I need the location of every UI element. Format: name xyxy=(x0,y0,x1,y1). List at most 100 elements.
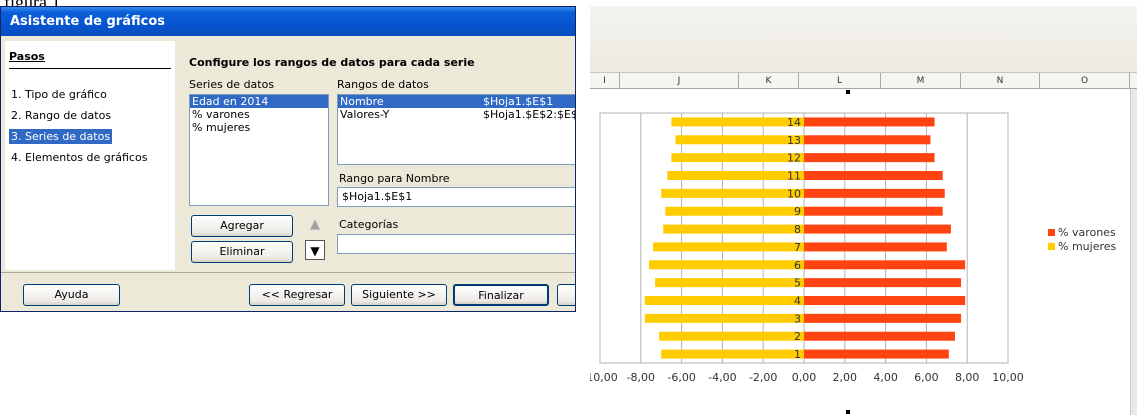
range-row-name[interactable]: Nombre $Hoja1.$E$1 xyxy=(338,95,575,108)
finish-button-label: Finalizar xyxy=(478,289,524,302)
legend-swatch xyxy=(1048,243,1055,250)
next-button[interactable]: Siguiente >> xyxy=(351,284,447,306)
steps-divider xyxy=(9,68,171,69)
bar-mujeres-9[interactable] xyxy=(665,206,804,216)
chart-legend: % varones% mujeres xyxy=(1048,226,1117,253)
series-label: Series de datos xyxy=(189,78,275,91)
spreadsheet-area: I J K L M N O 1234567891011121314 -10,00… xyxy=(590,6,1137,415)
category-label: 8 xyxy=(794,223,801,236)
bar-mujeres-3[interactable] xyxy=(644,313,804,323)
category-label: 12 xyxy=(787,152,801,165)
category-label: 1 xyxy=(794,348,801,361)
chart-grid xyxy=(599,112,1009,364)
bar-varones-10[interactable] xyxy=(804,188,945,198)
x-tick-label: -6,00 xyxy=(667,371,695,384)
bar-varones-11[interactable] xyxy=(804,171,943,180)
x-tick-label: 0,00 xyxy=(792,371,817,384)
legend-label: % mujeres xyxy=(1058,240,1117,253)
population-pyramid-chart[interactable]: 1234567891011121314 -10,00-8,00-6,00-4,0… xyxy=(590,6,1137,415)
add-series-button[interactable]: Agregar xyxy=(191,215,293,237)
bar-varones-1[interactable] xyxy=(804,349,949,359)
bar-mujeres-6[interactable] xyxy=(648,260,804,270)
x-tick-label: 4,00 xyxy=(873,371,898,384)
bar-varones-9[interactable] xyxy=(804,206,943,216)
bar-varones-2[interactable] xyxy=(804,331,955,341)
bar-mujeres-1[interactable] xyxy=(661,349,804,359)
range-for-name-label: Rango para Nombre xyxy=(339,172,450,185)
back-button[interactable]: << Regresar xyxy=(249,284,345,306)
step-data-series[interactable]: 3. Series de datos xyxy=(9,129,113,144)
finish-button[interactable]: Finalizar xyxy=(453,284,549,306)
bar-mujeres-5[interactable] xyxy=(655,278,804,288)
dialog-title: Asistente de gráficos xyxy=(10,14,165,29)
category-label: 13 xyxy=(787,134,801,147)
bar-varones-4[interactable] xyxy=(804,296,966,305)
help-button[interactable]: Ayuda xyxy=(23,284,120,306)
bar-mujeres-4[interactable] xyxy=(644,296,804,305)
cancel-button-partial[interactable] xyxy=(557,284,575,306)
x-tick-label: -10,00 xyxy=(590,371,618,384)
bar-mujeres-12[interactable] xyxy=(671,153,804,163)
bar-varones-5[interactable] xyxy=(804,278,962,288)
ranges-listbox[interactable]: Nombre $Hoja1.$E$1 Valores-Y $Hoja1.$E$2… xyxy=(337,94,576,165)
category-label: 3 xyxy=(794,312,801,325)
bar-mujeres-2[interactable] xyxy=(659,331,804,341)
bar-varones-7[interactable] xyxy=(804,242,947,252)
bar-varones-12[interactable] xyxy=(804,153,935,163)
move-down-arrow-icon[interactable]: ▼ xyxy=(305,240,325,260)
category-label: 2 xyxy=(794,330,801,343)
range-row-yvalues[interactable]: Valores-Y $Hoja1.$E$2:$E$1 xyxy=(338,108,576,121)
remove-series-button-label: Eliminar xyxy=(219,245,265,258)
category-label: 7 xyxy=(794,241,801,254)
range-row-name-value: $Hoja1.$E$1 xyxy=(483,95,554,108)
category-label: 9 xyxy=(794,205,801,218)
steps-heading: Pasos xyxy=(9,50,45,63)
bar-mujeres-14[interactable] xyxy=(671,117,804,127)
steps-panel: Pasos 1. Tipo de gráfico 2. Rango de dat… xyxy=(5,41,175,270)
next-button-label: Siguiente >> xyxy=(362,288,436,301)
x-tick-label: -2,00 xyxy=(749,371,777,384)
chart-x-ticks: -10,00 -8,00 -6,00 -4,00 -2,00 0,00 2,00 4,00 6,… xyxy=(590,371,1024,384)
x-tick-label: 2,00 xyxy=(833,371,858,384)
x-tick-label: 10,00 xyxy=(992,371,1024,384)
remove-series-button[interactable]: Eliminar xyxy=(191,241,293,263)
dialog-title-bar[interactable]: Asistente de gráficos xyxy=(1,7,575,36)
bar-varones-3[interactable] xyxy=(804,313,962,323)
x-tick-label: -8,00 xyxy=(627,371,655,384)
ranges-label: Rangos de datos xyxy=(337,78,429,91)
content-panel: Configure los rangos de datos para cada … xyxy=(177,41,575,270)
category-label: 4 xyxy=(794,295,801,308)
footer-divider xyxy=(1,272,575,273)
bar-mujeres-10[interactable] xyxy=(661,188,804,198)
chart-wizard-dialog: Asistente de gráficos Pasos 1. Tipo de g… xyxy=(0,6,576,312)
bar-varones-14[interactable] xyxy=(804,117,935,127)
bar-varones-8[interactable] xyxy=(804,224,951,234)
category-label: 14 xyxy=(787,116,801,129)
series-item-men[interactable]: % varones xyxy=(190,108,328,121)
category-label: 5 xyxy=(794,277,801,290)
step-data-range[interactable]: 2. Rango de datos xyxy=(9,108,113,123)
step-chart-type[interactable]: 1. Tipo de gráfico xyxy=(9,87,109,102)
category-label: 11 xyxy=(787,170,801,183)
content-title: Configure los rangos de datos para cada … xyxy=(189,56,475,69)
series-listbox[interactable]: Edad en 2014 % varones % mujeres xyxy=(189,94,329,206)
legend-label: % varones xyxy=(1058,226,1116,239)
range-row-name-label: Nombre xyxy=(340,95,384,108)
add-series-button-label: Agregar xyxy=(220,219,264,232)
bar-mujeres-13[interactable] xyxy=(675,135,804,145)
bar-varones-13[interactable] xyxy=(804,135,931,145)
categories-field[interactable] xyxy=(337,234,575,254)
move-up-arrow-icon[interactable]: ▲ xyxy=(305,215,325,235)
series-item-age[interactable]: Edad en 2014 xyxy=(190,95,328,108)
range-row-yvalues-value: $Hoja1.$E$2:$E$1 xyxy=(483,108,576,121)
bar-varones-6[interactable] xyxy=(804,260,966,270)
step-chart-elements[interactable]: 4. Elementos de gráficos xyxy=(9,150,149,165)
range-for-name-field[interactable]: $Hoja1.$E$1 xyxy=(337,187,575,207)
bar-mujeres-7[interactable] xyxy=(653,242,804,252)
chart-labels: 1234567891011121314 xyxy=(787,116,801,361)
bar-mujeres-11[interactable] xyxy=(667,171,804,180)
categories-label: Categorías xyxy=(339,218,399,231)
bar-mujeres-8[interactable] xyxy=(663,224,804,234)
series-item-women[interactable]: % mujeres xyxy=(190,121,328,134)
legend-swatch xyxy=(1048,229,1055,236)
